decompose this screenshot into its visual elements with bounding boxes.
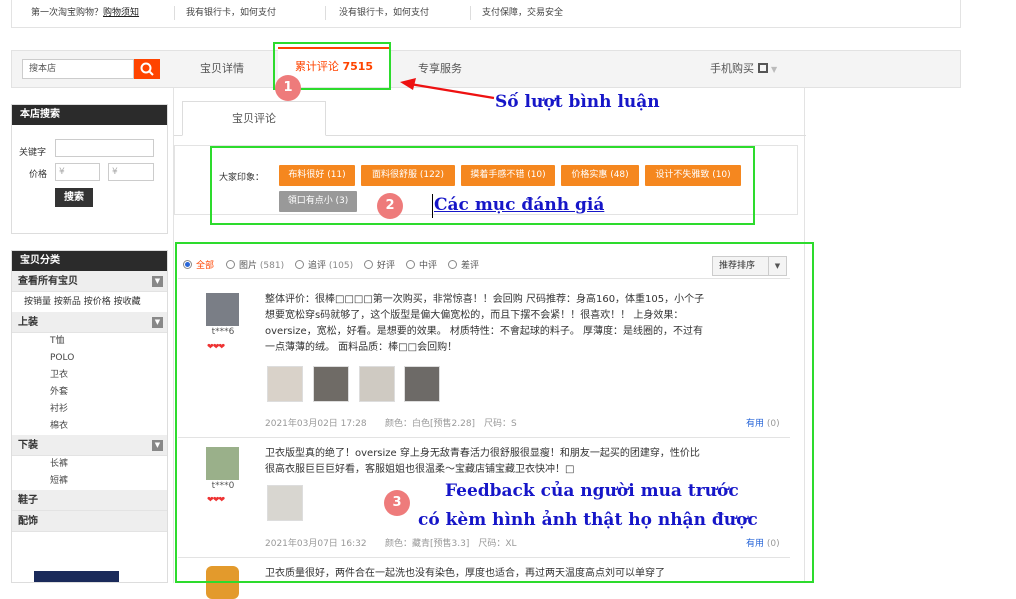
mobile-buy-label: 手机购买 [710, 62, 754, 75]
price-max-input[interactable]: ¥ [108, 163, 154, 181]
marker-3: 3 [384, 490, 410, 516]
guarantee-link[interactable]: 支付保障，交易安全 [482, 0, 563, 27]
marker-2: 2 [377, 193, 403, 219]
category-tops-label: 上装 [18, 317, 38, 328]
shop-search-input[interactable]: 搜本店 [22, 59, 134, 79]
qr-code-icon [757, 63, 768, 73]
no-card-link[interactable]: 没有银行卡，如何支付 [339, 0, 429, 27]
category-bottoms-label: 下装 [18, 440, 38, 451]
highlight-box-feedback [175, 242, 814, 583]
text-cursor [432, 194, 433, 218]
banner-image[interactable] [34, 571, 119, 582]
collapse-icon[interactable]: ▼ [152, 317, 163, 328]
keyword-label: 关键字 [19, 148, 47, 158]
search-icon [140, 62, 154, 76]
annotation-feedback-line2: có kèm hình ảnh thật họ nhận được [418, 510, 758, 530]
category-item[interactable]: POLO [12, 350, 167, 367]
shopping-guide-link[interactable]: 购物须知 [103, 8, 139, 18]
price-min-input[interactable]: ¥ [55, 163, 100, 181]
sort-links[interactable]: 按销量 按新品 按价格 按收藏 [12, 292, 167, 312]
category-all[interactable]: 查看所有宝贝 ▼ [12, 271, 167, 292]
category-accessories[interactable]: 配饰 [12, 511, 167, 532]
category-item[interactable]: 外套 [12, 384, 167, 401]
category-shoes[interactable]: 鞋子 [12, 490, 167, 511]
category-title: 宝贝分类 [12, 251, 167, 271]
divider [174, 6, 175, 20]
annotation-feedback-line1: Feedback của người mua trước [445, 481, 739, 501]
first-time-text: 第一次淘宝购物？购物须知 [31, 8, 140, 18]
category-item[interactable]: 卫衣 [12, 367, 167, 384]
mobile-buy[interactable]: 手机购买 ▼ [710, 51, 777, 87]
collapse-icon[interactable]: ▼ [152, 276, 163, 287]
category-item[interactable]: 短裤 [12, 473, 167, 490]
annotation-review-categories: Các mục đánh giá [434, 195, 605, 215]
shop-search-panel: 本店搜索 关键字 价格 ¥ ¥ 搜索 [11, 104, 168, 234]
category-panel: 宝贝分类 查看所有宝贝 ▼ 按销量 按新品 按价格 按收藏 上装 ▼ T恤 POLO… [11, 250, 168, 583]
tab-product-details[interactable]: 宝贝详情 [200, 51, 244, 87]
tab-item-reviews[interactable]: 宝贝评论 [182, 101, 326, 136]
category-item[interactable]: T恤 [12, 333, 167, 350]
divider [325, 6, 326, 20]
shop-search-title: 本店搜索 [12, 105, 167, 125]
chevron-down-icon: ▼ [771, 65, 778, 74]
price-label: 价格 [29, 170, 48, 180]
keyword-input[interactable] [55, 139, 154, 157]
have-card-link[interactable]: 我有银行卡，如何支付 [186, 0, 276, 27]
category-all-label: 查看所有宝贝 [18, 276, 78, 287]
category-item[interactable]: 衬衫 [12, 401, 167, 418]
shop-search-button[interactable] [134, 59, 160, 79]
category-bottoms[interactable]: 下装 ▼ [12, 435, 167, 456]
sidebar-search-button[interactable]: 搜索 [55, 188, 93, 207]
category-item[interactable]: 棉衣 [12, 418, 167, 435]
category-tops[interactable]: 上装 ▼ [12, 312, 167, 333]
divider [470, 6, 471, 20]
top-info-bar: 第一次淘宝购物？购物须知 我有银行卡，如何支付 没有银行卡，如何支付 支付保障，… [11, 0, 961, 28]
category-item[interactable]: 长裤 [12, 456, 167, 473]
collapse-icon[interactable]: ▼ [152, 440, 163, 451]
